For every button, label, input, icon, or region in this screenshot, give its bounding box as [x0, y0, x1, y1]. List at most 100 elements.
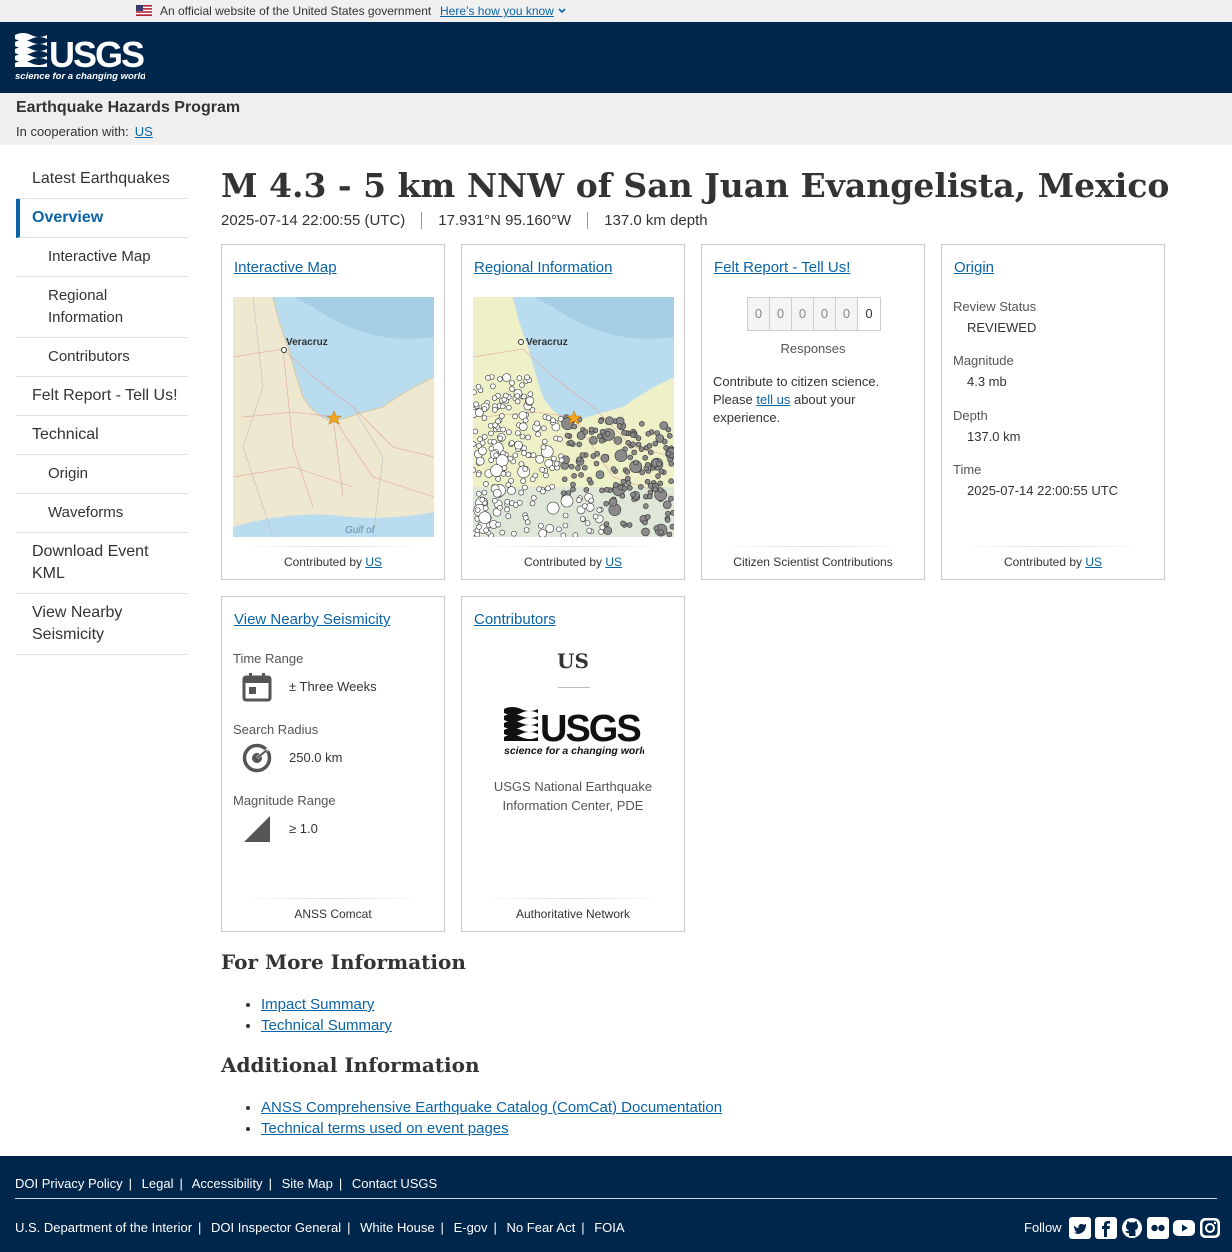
- footer-link-foia[interactable]: FOIA: [594, 1220, 624, 1235]
- origin-link[interactable]: Origin: [954, 259, 994, 276]
- quake-dot: [599, 524, 606, 531]
- footer-link-privacy[interactable]: DOI Privacy Policy: [15, 1176, 123, 1191]
- quake-dot: [527, 391, 534, 397]
- search-radius-row: Search Radius 250.0 km: [233, 722, 433, 773]
- quake-dot: [630, 441, 636, 447]
- quake-dot: [568, 439, 574, 446]
- youtube-icon[interactable]: [1173, 1217, 1195, 1239]
- nav-overview[interactable]: Overview: [16, 199, 188, 238]
- quake-dot: [560, 490, 567, 496]
- footer-link-doi[interactable]: U.S. Department of the Interior: [15, 1220, 192, 1235]
- quake-dot: [668, 478, 674, 484]
- twitter-icon[interactable]: [1069, 1217, 1091, 1239]
- quake-dot: [620, 520, 626, 527]
- quake-dot: [620, 478, 627, 485]
- regional-information-link[interactable]: Regional Information: [474, 259, 612, 276]
- footer-link-white-house[interactable]: White House: [360, 1220, 434, 1235]
- nav-download-kml[interactable]: Download Event KML: [16, 533, 188, 594]
- quake-dot: [595, 470, 605, 479]
- nav-interactive-map[interactable]: Interactive Map: [16, 238, 188, 277]
- quake-dot: [645, 514, 651, 520]
- nearby-seismicity-link[interactable]: View Nearby Seismicity: [234, 611, 390, 628]
- quake-dot: [478, 446, 487, 456]
- quake-dot: [657, 487, 664, 493]
- origin-contributed-by-us-link[interactable]: US: [1085, 555, 1102, 569]
- impact-summary-link[interactable]: Impact Summary: [261, 996, 374, 1013]
- footer-link-inspector-general[interactable]: DOI Inspector General: [211, 1220, 341, 1235]
- quake-dot: [541, 425, 547, 432]
- regional-map-image[interactable]: Veracruz: [473, 297, 674, 537]
- quake-dot: [512, 452, 519, 459]
- event-header: M 4.3 - 5 km NNW of San Juan Evangelista…: [221, 160, 1211, 230]
- interactive-map-image[interactable]: Veracruz Gulf of: [233, 297, 434, 537]
- footer-link-sitemap[interactable]: Site Map: [282, 1176, 333, 1191]
- nav-felt-report[interactable]: Felt Report - Tell Us!: [16, 377, 188, 416]
- quake-dot: [630, 491, 636, 498]
- quake-dot: [487, 423, 494, 429]
- nav-nearby-seismicity[interactable]: View Nearby Seismicity: [16, 594, 188, 655]
- nav-waveforms[interactable]: Waveforms: [16, 494, 188, 533]
- logo-tagline: science for a changing world: [15, 71, 145, 81]
- usgs-logo[interactable]: USGS science for a changing world: [15, 31, 146, 86]
- interactive-map-link[interactable]: Interactive Map: [234, 259, 337, 276]
- quake-dot: [511, 530, 517, 537]
- comcat-documentation-link[interactable]: ANSS Comprehensive Earthquake Catalog (C…: [261, 1099, 722, 1116]
- side-navigation: Latest Earthquakes Overview Interactive …: [16, 160, 188, 655]
- nav-origin[interactable]: Origin: [16, 455, 188, 494]
- footer-link-egov[interactable]: E-gov: [454, 1220, 488, 1235]
- footer-link-no-fear-act[interactable]: No Fear Act: [507, 1220, 576, 1235]
- quake-dot: [630, 432, 636, 438]
- quake-dot: [524, 519, 531, 525]
- facebook-icon[interactable]: [1095, 1217, 1117, 1239]
- quake-dot: [549, 465, 555, 471]
- tell-us-link[interactable]: tell us: [756, 392, 790, 407]
- felt-report-link[interactable]: Felt Report - Tell Us!: [714, 259, 850, 276]
- quake-dot: [504, 499, 511, 505]
- quake-dot: [576, 497, 582, 503]
- nav-technical[interactable]: Technical: [16, 416, 188, 455]
- quake-dot: [576, 456, 582, 463]
- quake-dot: [475, 408, 484, 417]
- footer-link-legal[interactable]: Legal: [142, 1176, 174, 1191]
- quake-dot: [512, 413, 518, 420]
- quake-dot: [473, 467, 476, 473]
- technical-summary-link[interactable]: Technical Summary: [261, 1017, 392, 1034]
- quake-dot: [481, 415, 488, 421]
- footer-links-secondary: U.S. Department of the Interior | DOI Ins…: [15, 1220, 625, 1235]
- quake-dot: [616, 423, 623, 429]
- quake-dot: [599, 487, 605, 494]
- quake-dot: [490, 383, 496, 390]
- quake-dot: [543, 472, 549, 479]
- quake-dot: [668, 461, 674, 467]
- quake-dot: [477, 436, 483, 442]
- nav-contributors[interactable]: Contributors: [16, 338, 188, 377]
- flickr-icon[interactable]: [1147, 1217, 1169, 1239]
- contributors-link[interactable]: Contributors: [474, 611, 556, 628]
- coop-us-link[interactable]: US: [135, 124, 153, 139]
- quake-dot: [667, 433, 673, 439]
- quake-dot: [514, 440, 523, 450]
- list-item: Technical terms used on event pages: [261, 1120, 722, 1138]
- quake-dot: [592, 513, 599, 520]
- quake-dot: [669, 523, 674, 530]
- github-icon[interactable]: [1121, 1217, 1143, 1239]
- quake-dot: [613, 436, 623, 445]
- footer-link-accessibility[interactable]: Accessibility: [192, 1176, 263, 1191]
- chevron-down-icon[interactable]: [557, 6, 567, 16]
- quake-dot: [509, 440, 515, 446]
- contributed-by-us-link[interactable]: US: [365, 555, 382, 569]
- quake-dot: [579, 452, 586, 458]
- regional-contributed-by-us-link[interactable]: US: [605, 555, 622, 569]
- quake-dot: [647, 449, 654, 456]
- quake-dot: [583, 487, 590, 493]
- heres-how-you-know-link[interactable]: Here’s how you know: [440, 4, 554, 18]
- instagram-icon[interactable]: [1199, 1217, 1221, 1239]
- quake-dot: [638, 446, 645, 452]
- quake-dot: [596, 507, 603, 513]
- usgs-contributor-logo: USGS science for a changing world: [504, 705, 649, 762]
- regional-footer: Contributed by US: [523, 555, 623, 569]
- nav-regional-information[interactable]: Regional Information: [16, 277, 188, 338]
- nav-latest-earthquakes[interactable]: Latest Earthquakes: [16, 160, 188, 199]
- footer-link-contact[interactable]: Contact USGS: [352, 1176, 437, 1191]
- technical-terms-link[interactable]: Technical terms used on event pages: [261, 1120, 509, 1137]
